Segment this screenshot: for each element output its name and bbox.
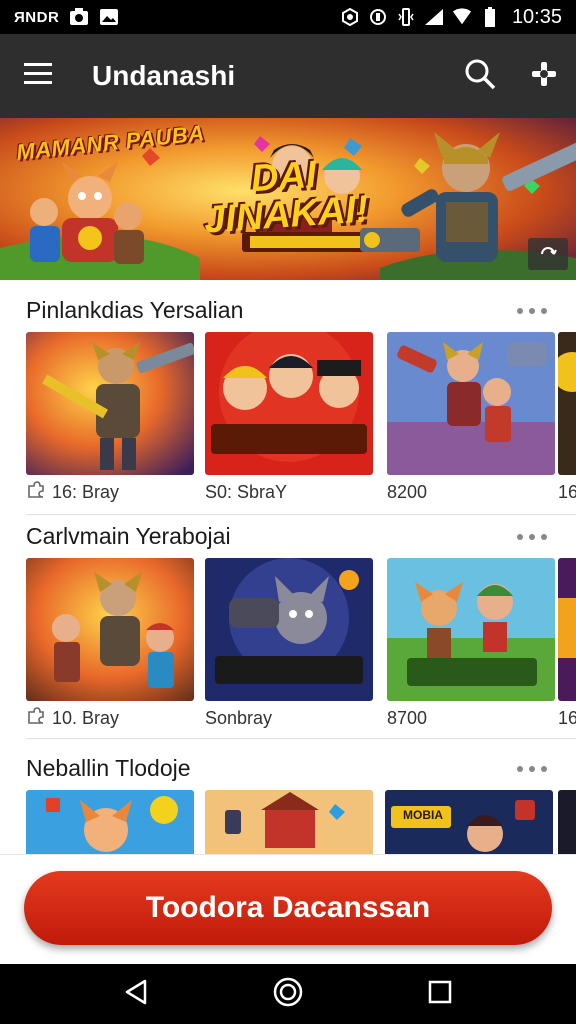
gamepad-button[interactable] (512, 34, 576, 118)
section-1: Pinlankdias Yersalian 16: Bray S0: SbraY… (0, 288, 576, 522)
card-meta-text: 16 (558, 707, 576, 728)
card-meta: 8200 (387, 475, 555, 509)
back-button[interactable] (106, 964, 166, 1024)
app-screen: ЯNDR 10:35 Undanashi MAMANR PAUBA DAI JI… (0, 0, 576, 1024)
section-3: Neballin Tlodoje MOBIA (0, 746, 576, 854)
game-card[interactable]: 16 (558, 332, 576, 509)
card-meta-text: Sonbray (205, 707, 273, 728)
game-card[interactable]: 8200 (387, 332, 555, 509)
game-thumbnail (558, 790, 576, 854)
data-icon (396, 7, 416, 27)
game-thumbnail (558, 332, 576, 475)
app-bar: Undanashi (0, 34, 576, 118)
section-title: Pinlankdias Yersalian (26, 296, 244, 323)
card-meta: 16: Bray (26, 475, 194, 509)
section-title: Neballin Tlodoje (26, 754, 191, 781)
card-meta-text: S0: SbraY (205, 481, 288, 502)
puzzle-icon (26, 706, 46, 731)
game-card[interactable]: 16: Bray (26, 332, 194, 509)
wifi-icon (452, 7, 472, 27)
section-more-button[interactable] (514, 300, 550, 320)
section-more-button[interactable] (514, 526, 550, 546)
menu-button[interactable] (0, 34, 76, 118)
image-icon (99, 7, 119, 27)
game-thumbnail (26, 332, 194, 475)
card-meta: 16 (558, 475, 576, 509)
game-thumbnail (387, 332, 555, 475)
game-card[interactable]: Sonbray (205, 558, 373, 735)
cta-area: Toodora Dacanssan (0, 854, 576, 964)
carrier-label: ЯNDR (14, 8, 60, 26)
game-card[interactable]: 10. Bray (26, 558, 194, 735)
featured-banner[interactable]: MAMANR PAUBA DAI JINAKAI! (0, 118, 576, 280)
content-list[interactable]: Pinlankdias Yersalian 16: Bray S0: SbraY… (0, 280, 576, 854)
section-more-button[interactable] (514, 758, 550, 778)
status-bar: ЯNDR 10:35 (0, 0, 576, 34)
game-card[interactable]: 8700 (387, 558, 555, 735)
download-button[interactable]: Toodora Dacanssan (24, 871, 552, 945)
menu-icon (24, 62, 52, 90)
card-meta-text: 16 (558, 481, 576, 502)
back-icon (124, 979, 148, 1010)
section-divider (26, 738, 576, 739)
system-nav-bar (0, 964, 576, 1024)
game-thumbnail (558, 558, 576, 701)
game-card[interactable]: 16 (558, 558, 576, 735)
card-meta-text: 16: Bray (52, 481, 120, 502)
more-dots-icon (517, 527, 547, 545)
game-thumbnail (205, 332, 373, 475)
card-meta-text: 8700 (387, 707, 428, 728)
banner-refresh-button[interactable] (528, 238, 568, 270)
recents-icon (428, 980, 452, 1009)
card-meta: Sonbray (205, 701, 373, 735)
game-thumbnail (26, 558, 194, 701)
card-meta-text: 10. Bray (52, 707, 120, 728)
poster-text: MOBIA (403, 808, 443, 822)
battery-icon (480, 7, 500, 27)
game-card[interactable] (205, 790, 373, 854)
game-card[interactable] (26, 790, 194, 854)
game-thumbnail (205, 558, 373, 701)
search-icon (464, 58, 496, 95)
vibrate-icon (368, 7, 388, 27)
refresh-icon (539, 246, 557, 262)
card-meta-text: 8200 (387, 481, 428, 502)
clock: 10:35 (511, 5, 562, 28)
card-meta: 10. Bray (26, 701, 194, 735)
card-meta: S0: SbraY (205, 475, 373, 509)
game-card[interactable]: MOBIA (385, 790, 553, 854)
game-thumbnail (387, 558, 555, 701)
more-dots-icon (517, 301, 547, 319)
more-dots-icon (517, 759, 547, 777)
gamepad-icon (530, 60, 558, 93)
home-button[interactable] (258, 964, 318, 1024)
signal-icon (424, 7, 444, 27)
nfc-icon (340, 7, 360, 27)
game-card[interactable]: S0: SbraY (205, 332, 373, 509)
game-thumbnail (205, 790, 373, 854)
search-button[interactable] (448, 34, 512, 118)
game-thumbnail (385, 790, 553, 854)
game-thumbnail (26, 790, 194, 854)
card-meta: 16 (558, 701, 576, 735)
section-title: Carlvmain Yerabojai (26, 522, 231, 549)
banner-title: DAI JINAKAI! (202, 153, 370, 242)
card-meta: 8700 (387, 701, 555, 735)
app-title: Undanashi (92, 60, 236, 91)
game-card[interactable] (558, 790, 576, 854)
camera-icon (69, 7, 89, 27)
recents-button[interactable] (410, 964, 470, 1024)
puzzle-icon (26, 480, 46, 505)
home-icon (273, 977, 303, 1012)
section-2: Carlvmain Yerabojai 10. Bray Sonbray 870… (0, 514, 576, 748)
